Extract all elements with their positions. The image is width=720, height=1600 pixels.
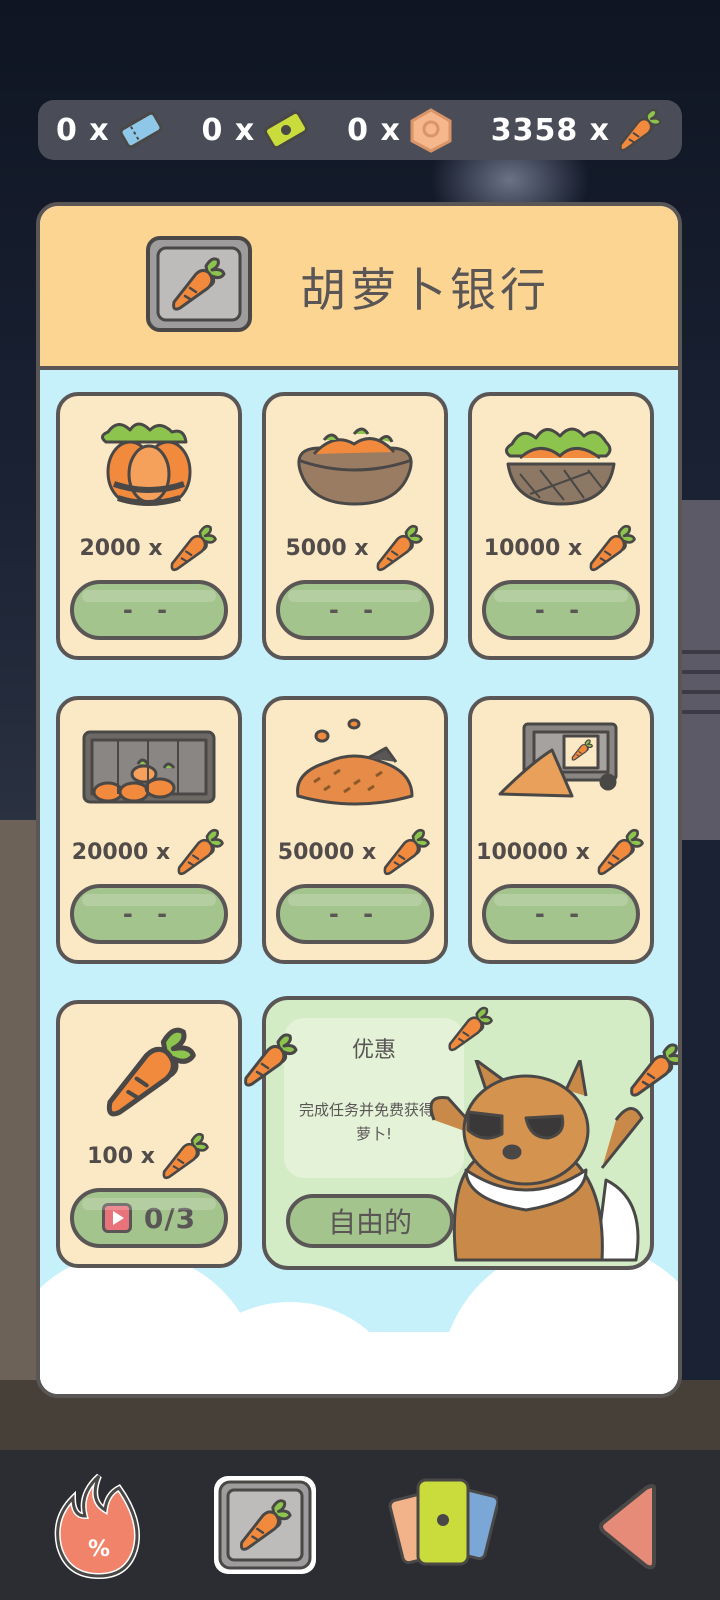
carrot-safe-icon — [146, 236, 252, 332]
carrot-sack-icon — [297, 427, 413, 506]
currency-bar: 0 x 0 x 0 x 3358 x — [38, 100, 682, 160]
currency-amount: 0 x — [55, 112, 110, 148]
pack-card: 5000 x - - — [262, 392, 448, 660]
carrot-icon — [167, 522, 219, 574]
currency-blue-ticket: 0 x — [56, 110, 166, 150]
currency-orange-token: 0 x — [347, 107, 455, 153]
buy-button[interactable]: - - — [482, 580, 640, 640]
pack-card: 10000 x - - — [468, 392, 654, 660]
carrot-icon — [594, 826, 646, 878]
carrot-truck-icon — [498, 722, 618, 798]
pack-price: 5000 x — [266, 522, 444, 574]
carrot-bank-icon[interactable] — [210, 1470, 320, 1580]
sunglasses-dog-icon — [429, 1060, 644, 1262]
carrot-icon — [159, 1130, 211, 1182]
pack-card: 2000 x - - — [56, 392, 242, 660]
buy-button[interactable]: - - — [70, 884, 228, 944]
ticket-cards-icon[interactable] — [388, 1470, 498, 1580]
panel-title: 胡萝卜银行 — [300, 263, 550, 317]
panel-header: 胡萝卜银行 — [40, 206, 678, 370]
carrot-crate-icon — [82, 730, 216, 804]
pack-price: 100 x — [60, 1130, 238, 1182]
big-carrot-icon — [78, 1022, 220, 1122]
pack-card: 50000 x - - — [262, 696, 448, 964]
panel-body: 2000 x - - 5000 x - - 10000 x - - 20000 … — [40, 370, 678, 1394]
free-button[interactable]: 自由的 — [286, 1194, 454, 1248]
fire-sale-icon[interactable]: % — [44, 1470, 154, 1580]
blue-ticket-icon — [119, 111, 163, 149]
carrot-icon — [380, 826, 432, 878]
carrot-icon — [586, 522, 638, 574]
carrot-icon — [373, 522, 425, 574]
currency-green-ticket: 0 x — [202, 108, 312, 152]
pack-card: 20000 x - - — [56, 696, 242, 964]
watch-ad-button[interactable]: 0/3 — [70, 1188, 228, 1248]
carrot-icon — [174, 826, 226, 878]
carrot-bank-panel: 胡萝卜银行 2000 x - - 5000 x - - 10000 x - - … — [36, 202, 682, 1398]
back-arrow-icon[interactable] — [596, 1470, 676, 1580]
currency-amount: 0 x — [347, 112, 401, 148]
ad-pack-card: 100 x 0/3 — [56, 1000, 242, 1268]
carrot-icon — [616, 106, 664, 154]
carrot-basket-icon — [505, 427, 616, 506]
bottom-nav: % — [0, 1450, 720, 1600]
buy-button[interactable]: - - — [276, 580, 434, 640]
buy-button[interactable]: - - — [70, 580, 228, 640]
buy-button[interactable]: - - — [482, 884, 640, 944]
floating-carrot-icon — [240, 1030, 300, 1090]
pack-card: 100000 x - - — [468, 696, 654, 964]
pack-price: 100000 x — [472, 826, 650, 878]
floating-carrot-icon — [438, 1004, 502, 1054]
pack-price: 20000 x — [60, 826, 238, 878]
svg-text:%: % — [88, 1537, 110, 1562]
ad-count: 0/3 — [143, 1201, 197, 1235]
pack-price: 2000 x — [60, 522, 238, 574]
pack-price: 10000 x — [472, 522, 650, 574]
video-play-icon — [101, 1203, 132, 1233]
currency-amount: 0 x — [201, 112, 256, 148]
carrot-pile-icon — [296, 718, 414, 806]
buy-button[interactable]: - - — [276, 884, 434, 944]
green-ticket-icon — [264, 110, 309, 150]
pack-price: 50000 x — [266, 826, 444, 878]
currency-carrots: 3358 x — [491, 106, 664, 154]
orange-token-icon — [410, 108, 452, 153]
floating-carrot-icon — [626, 1040, 682, 1100]
currency-amount: 3358 x — [490, 112, 611, 148]
carrot-bundle-icon — [101, 422, 192, 506]
